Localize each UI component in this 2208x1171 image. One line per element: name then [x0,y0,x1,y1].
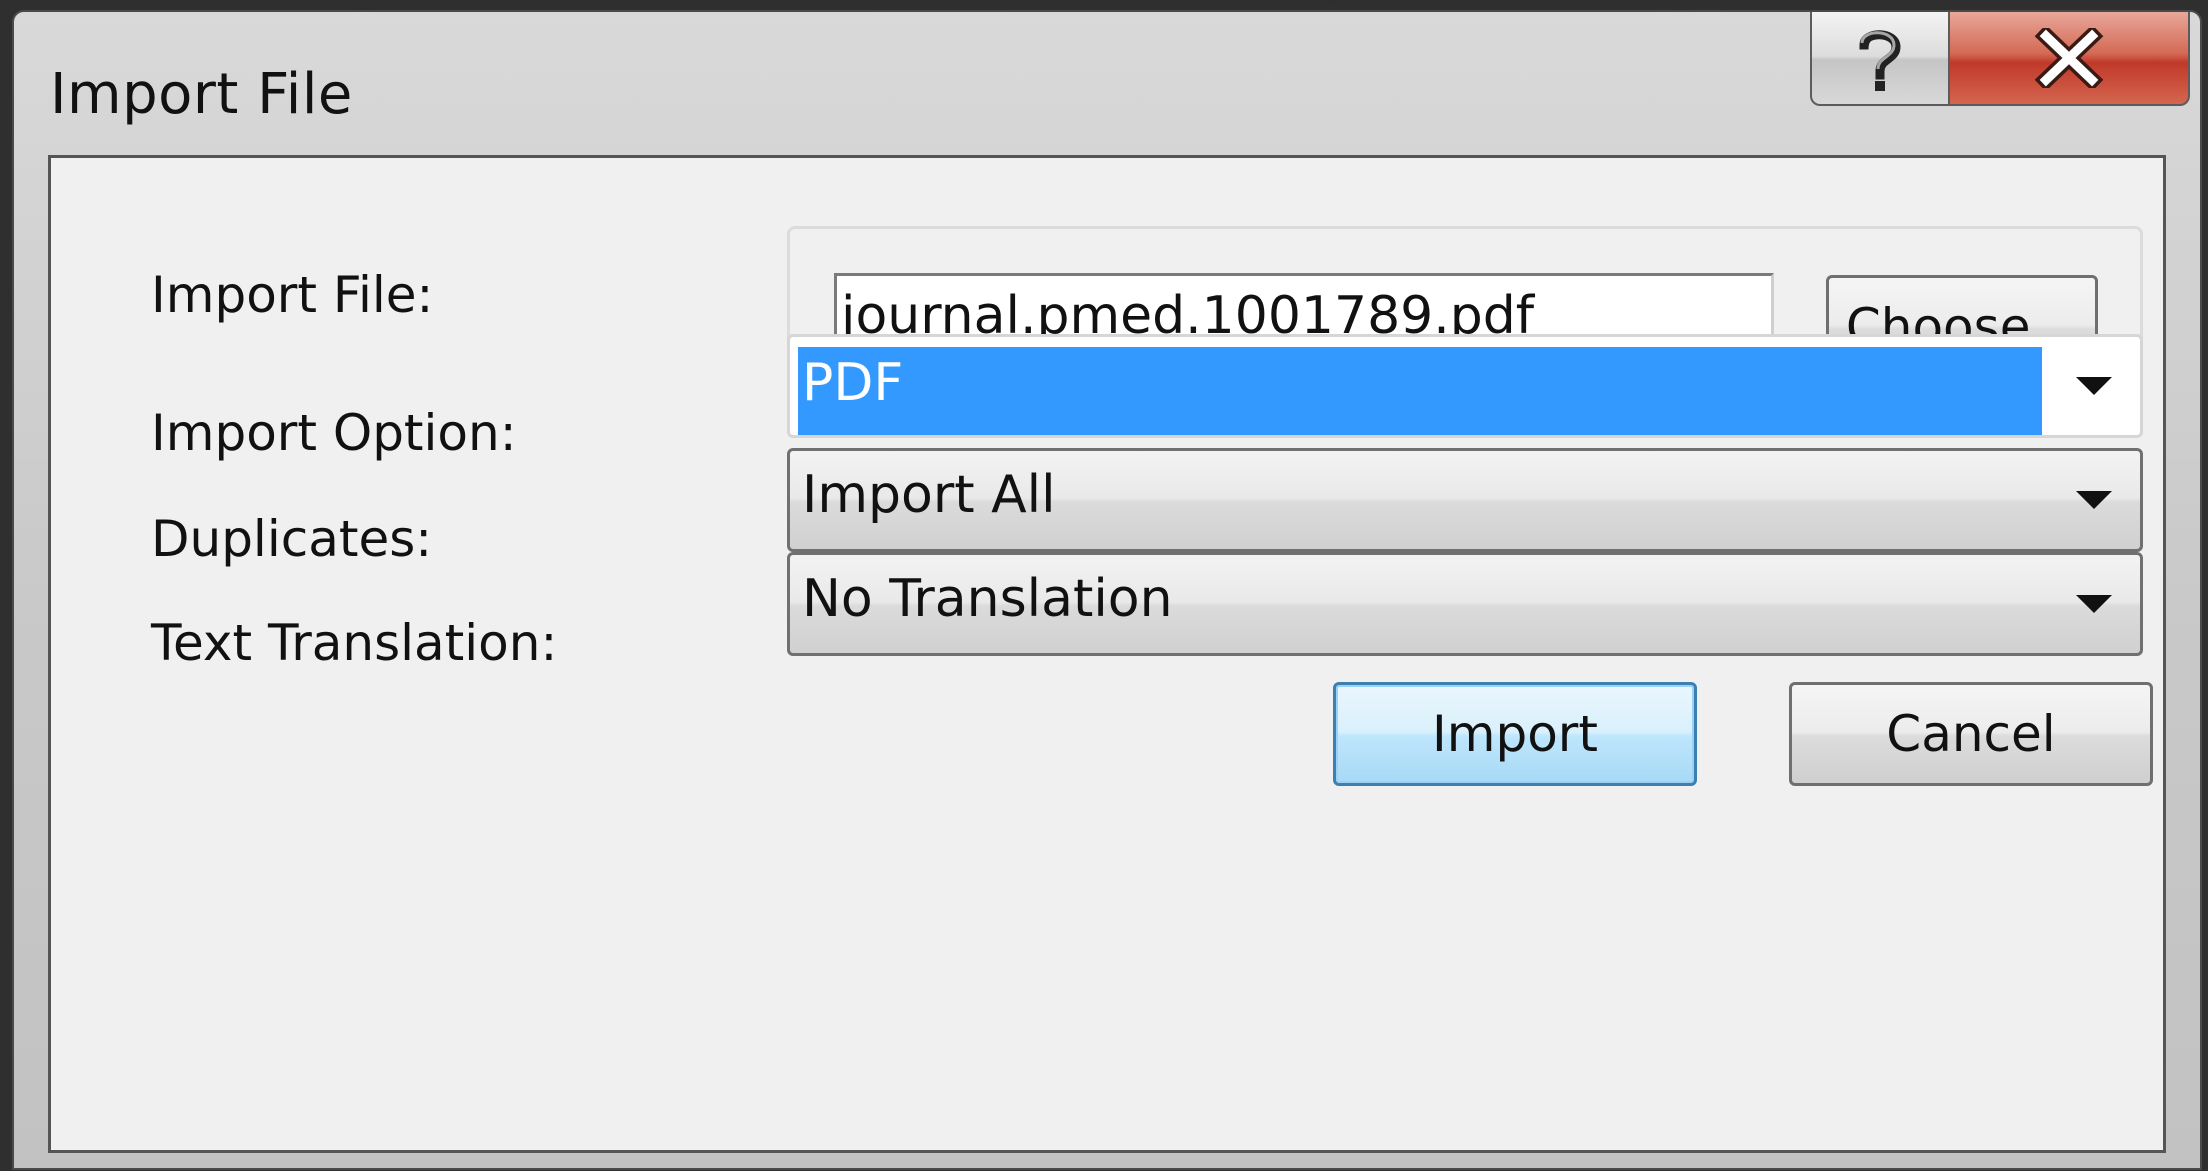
duplicates-label: Duplicates: [151,510,433,568]
import-option-label: Import Option: [151,404,517,462]
import-file-dialog: Import File Import File: journal.pmed.10… [12,10,2202,1170]
help-button[interactable] [1810,12,1950,106]
desktop-background: Import File Import File: journal.pmed.10… [0,0,2208,1171]
caption-buttons [1810,12,2190,106]
import-button[interactable]: Import [1333,682,1697,786]
text-translation-value: No Translation [802,569,1173,629]
question-mark-icon [1859,30,1901,91]
chevron-down-icon [2076,377,2112,395]
duplicates-value: Import All [802,465,1056,525]
title-bar[interactable]: Import File [14,12,2200,157]
import-option-select[interactable]: PDF [787,334,2143,438]
cancel-button[interactable]: Cancel [1789,682,2153,786]
dialog-content: Import File: journal.pmed.1001789.pdf Ch… [48,155,2166,1153]
selection-highlight [798,347,2042,435]
import-file-label: Import File: [151,266,434,324]
import-option-value: PDF [802,353,904,413]
chevron-down-icon [2076,595,2112,613]
close-button[interactable] [1950,12,2190,106]
close-x-icon [2034,28,2104,88]
text-translation-select[interactable]: No Translation [787,552,2143,656]
dialog-title: Import File [50,62,353,127]
duplicates-select[interactable]: Import All [787,448,2143,552]
text-translation-label: Text Translation: [151,614,558,672]
chevron-down-icon [2076,491,2112,509]
